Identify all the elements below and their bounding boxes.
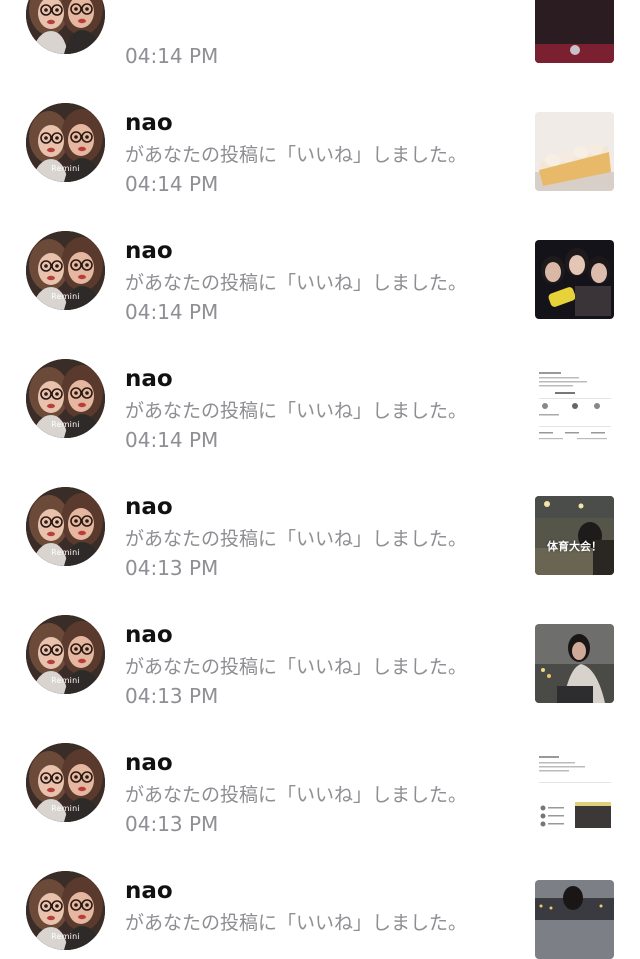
notification-row[interactable]: Remini nao があなたの投稿に「いいね」しました。 04:13 PM xyxy=(0,571,640,708)
notification-message: があなたの投稿に「いいね」しました。 xyxy=(125,784,468,806)
user-avatar[interactable]: Remini xyxy=(26,231,105,310)
post-thumbnail[interactable] xyxy=(535,624,614,703)
notification-username[interactable]: nao xyxy=(125,238,173,264)
user-avatar[interactable] xyxy=(26,0,105,54)
notification-row[interactable]: Remini nao があなたの投稿に「いいね」しました。 04:14 PM xyxy=(0,187,640,324)
user-avatar[interactable]: Remini xyxy=(26,359,105,438)
notification-message: があなたの投稿に「いいね」しました。 xyxy=(125,528,468,550)
avatar-watermark: Remini xyxy=(51,676,80,685)
notification-username[interactable]: nao xyxy=(125,494,173,520)
notification-message: があなたの投稿に「いいね」しました。 xyxy=(125,272,468,294)
notification-row[interactable]: 04:14 PM xyxy=(0,0,640,68)
avatar-watermark: Remini xyxy=(51,548,80,557)
notification-list: 04:14 PM Remini nao があなたの投稿に「いいね」しました。 0… xyxy=(0,0,640,959)
notification-row[interactable]: Remini nao があなたの投稿に「いいね」しました。 04:14 PM xyxy=(0,315,640,452)
post-thumbnail[interactable] xyxy=(535,752,614,831)
notification-message: があなたの投稿に「いいね」しました。 xyxy=(125,912,468,934)
user-avatar[interactable]: Remini xyxy=(26,615,105,694)
avatar-watermark: Remini xyxy=(51,164,80,173)
avatar-watermark: Remini xyxy=(51,804,80,813)
notification-username[interactable]: nao xyxy=(125,750,173,776)
thumbnail-caption: 体育大会！ xyxy=(547,540,602,553)
user-avatar[interactable]: Remini xyxy=(26,743,105,822)
post-thumbnail[interactable]: 体育大会！ xyxy=(535,496,614,575)
notification-message: があなたの投稿に「いいね」しました。 xyxy=(125,656,468,678)
user-avatar[interactable]: Remini xyxy=(26,103,105,182)
notification-row[interactable]: Remini nao があなたの投稿に「いいね」しました。 04:14 PM xyxy=(0,59,640,196)
notification-row[interactable]: Remini nao があなたの投稿に「いいね」しました。 04:13 PM xyxy=(0,699,640,836)
notification-message: があなたの投稿に「いいね」しました。 xyxy=(125,144,468,166)
notification-username[interactable]: nao xyxy=(125,878,173,904)
notification-message: があなたの投稿に「いいね」しました。 xyxy=(125,400,468,422)
post-thumbnail[interactable] xyxy=(535,368,614,447)
post-thumbnail[interactable] xyxy=(535,880,614,959)
notification-username[interactable]: nao xyxy=(125,110,173,136)
notification-row[interactable]: Remini nao があなたの投稿に「いいね」しました。 xyxy=(0,827,640,959)
avatar-watermark: Remini xyxy=(51,292,80,301)
user-avatar[interactable]: Remini xyxy=(26,487,105,566)
post-thumbnail[interactable] xyxy=(535,112,614,191)
notification-username[interactable]: nao xyxy=(125,366,173,392)
notification-row[interactable]: Remini nao があなたの投稿に「いいね」しました。 04:13 PM 体… xyxy=(0,443,640,580)
post-thumbnail[interactable] xyxy=(535,0,614,63)
post-thumbnail[interactable] xyxy=(535,240,614,319)
notification-username[interactable]: nao xyxy=(125,622,173,648)
avatar-watermark: Remini xyxy=(51,932,80,941)
avatar-watermark: Remini xyxy=(51,420,80,429)
user-avatar[interactable]: Remini xyxy=(26,871,105,950)
